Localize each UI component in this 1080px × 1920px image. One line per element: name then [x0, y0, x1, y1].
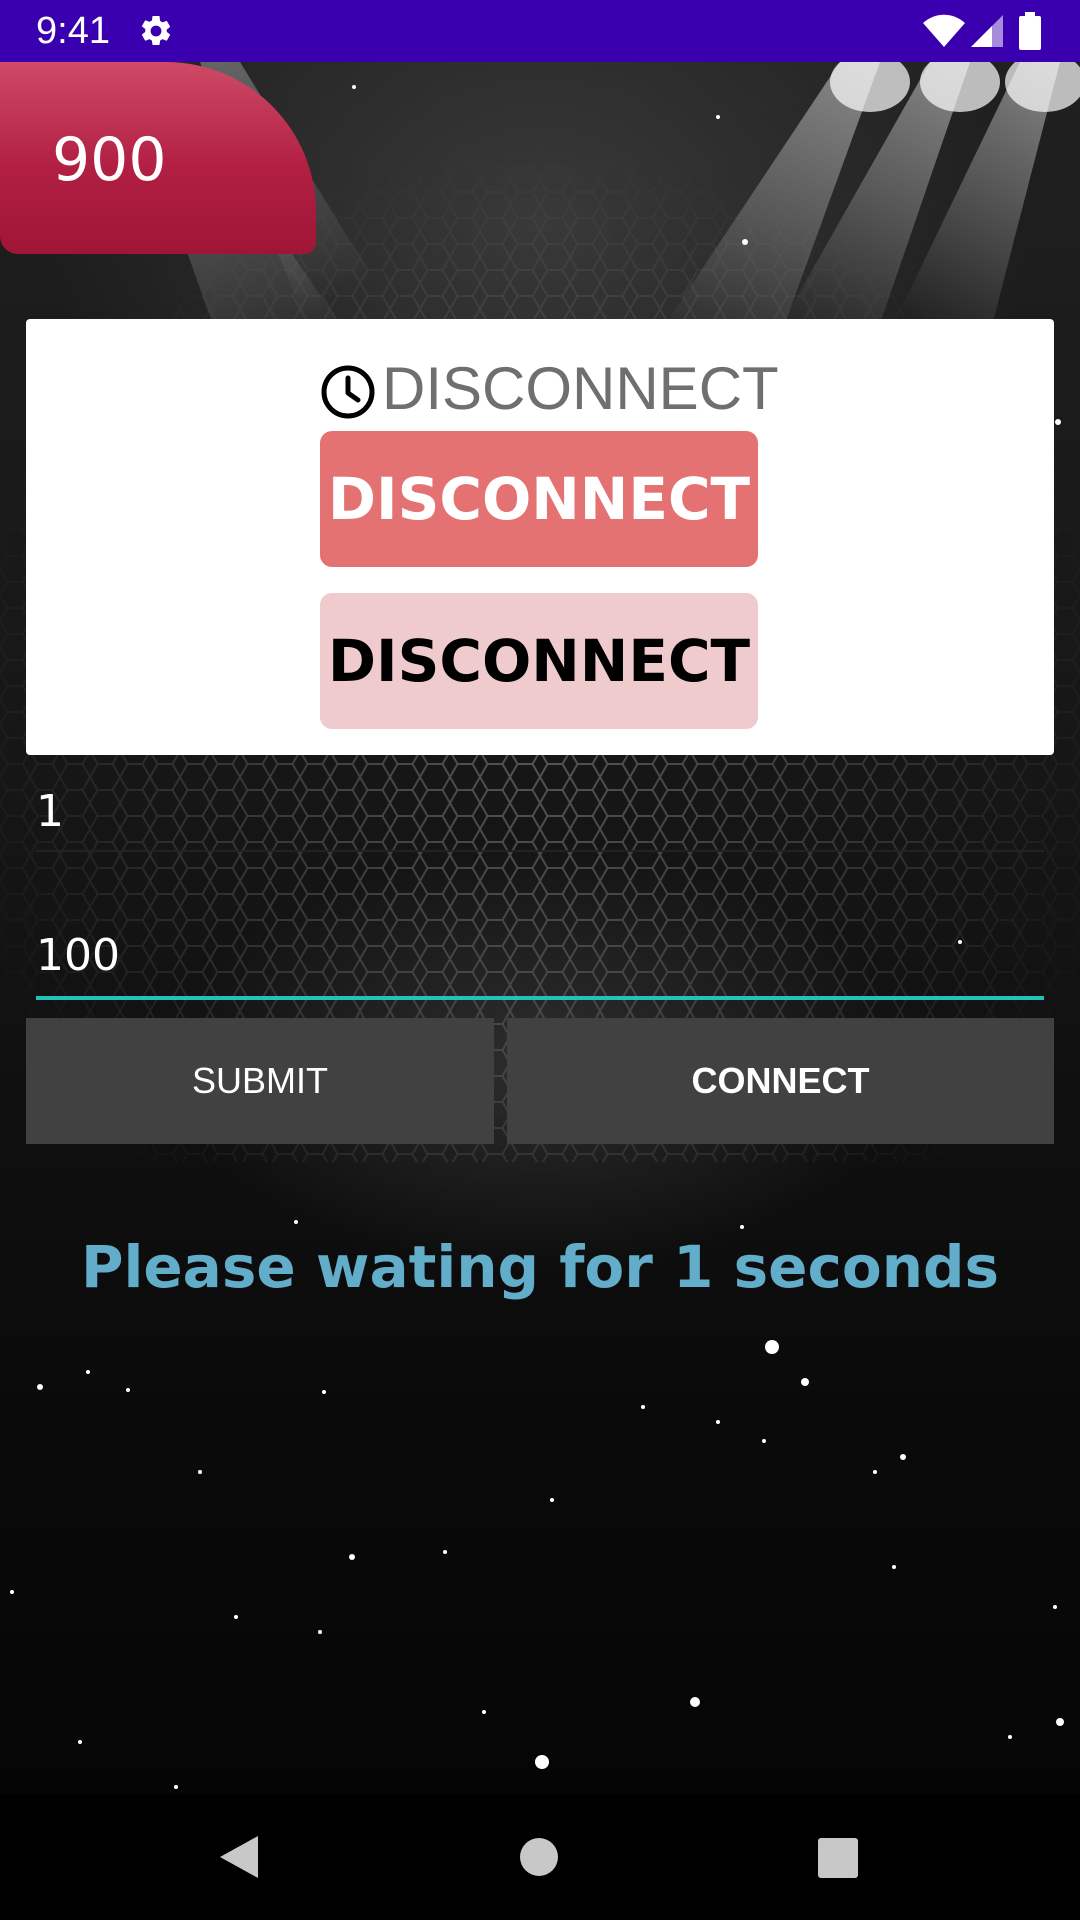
app-screen: 9:41 900 DISCONNECT DISCONNECT DISCONNEC… [0, 0, 1080, 1920]
home-icon[interactable] [520, 1838, 558, 1876]
disconnect-card: DISCONNECT DISCONNECT DISCONNECT [26, 319, 1054, 755]
disconnect-button-primary[interactable]: DISCONNECT [320, 431, 758, 567]
value-input-1-text: 1 [36, 786, 64, 837]
timer-label: DISCONNECT [382, 355, 779, 422]
disconnect-button-secondary[interactable]: DISCONNECT [320, 593, 758, 729]
status-bar: 9:41 [0, 0, 1080, 62]
clock-icon [321, 365, 375, 419]
back-icon[interactable] [218, 1834, 260, 1880]
navigation-bar [0, 1794, 1080, 1920]
gear-icon [141, 15, 171, 45]
value-input-1[interactable]: 1 [36, 786, 1044, 852]
wifi-icon [923, 14, 965, 47]
recents-icon[interactable] [818, 1838, 858, 1878]
submit-button[interactable]: SUBMIT [26, 1018, 494, 1144]
wait-message: Please wating for 1 seconds [80, 1233, 1000, 1301]
signal-icon [971, 15, 1003, 47]
status-time: 9:41 [36, 10, 110, 52]
value-input-2[interactable]: 100 [36, 930, 1044, 1000]
value-input-2-text: 100 [36, 930, 120, 981]
value-input-1-underline [36, 850, 1044, 852]
connect-button[interactable]: CONNECT [507, 1018, 1054, 1144]
battery-icon [1019, 12, 1041, 50]
value-input-2-underline [36, 996, 1044, 1000]
timer-row: DISCONNECT [26, 353, 1054, 423]
score-value: 900 [52, 125, 167, 195]
